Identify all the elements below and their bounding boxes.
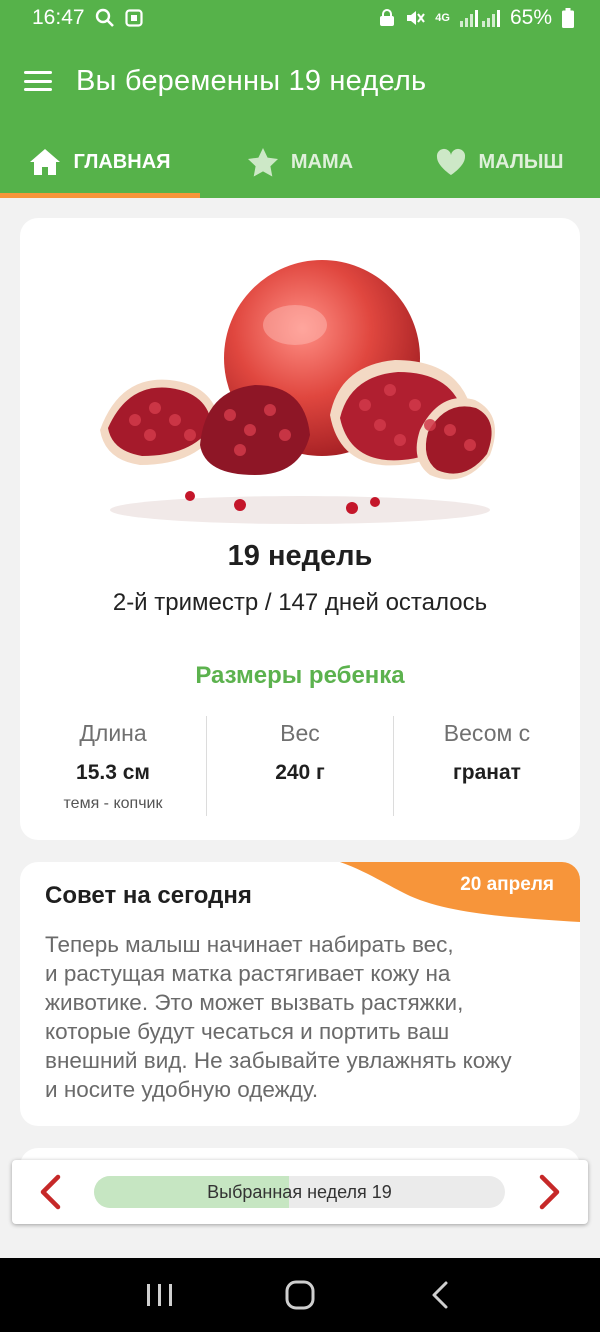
week-selector: Выбранная неделя 19 [12,1160,588,1224]
week-progress-label: Выбранная неделя 19 [207,1181,392,1202]
tip-line: Теперь малыш начинает набирать вес, [45,932,454,957]
stat-size-compare: Весом с гранат [393,716,580,816]
status-time: 16:47 [32,6,85,29]
stat-length-label: Длина [79,720,147,746]
week-progress-bar[interactable]: Выбранная неделя 19 [94,1176,505,1208]
stat-length-value: 15.3 см [76,761,150,784]
tab-home-label: ГЛАВНАЯ [73,150,171,173]
chevron-left-icon [40,1174,61,1210]
tab-mom-label: МАМА [290,150,354,173]
tip-line: которые будут чесаться и портить ваш [45,1019,450,1044]
stat-length: Длина 15.3 см темя - копчик [20,716,206,816]
battery-icon [562,8,574,28]
tip-line: животике. Это может вызвать растяжки, [45,990,464,1015]
home-icon [29,148,61,176]
app-bar: Вы беременны 19 недель [0,36,600,126]
status-bar: 16:47 4G 65% [0,0,600,36]
tip-line: и растущая матка растягивает кожу на [45,961,451,986]
lock-icon [379,9,395,27]
back-chevron-icon [432,1281,448,1309]
pomegranate-image [90,240,510,540]
tip-title: Совет на сегодня [45,882,252,909]
app-title: Вы беременны 19 недель [76,64,427,97]
tip-text: Теперь малыш начинает набирать вес, и ра… [45,930,565,1104]
search-icon [95,8,115,28]
tip-card: 20 апреля Совет на сегодня Теперь малыш … [20,862,580,1126]
tab-bar: ГЛАВНАЯ МАМА МАЛЫШ [0,126,600,198]
baby-stats: Длина 15.3 см темя - копчик Вес 240 г Ве… [20,716,580,816]
chevron-right-icon [539,1174,560,1210]
tip-date: 20 апреля [460,874,554,895]
baby-sizes-title: Размеры ребенка [195,662,405,689]
battery-level: 65% [509,6,552,29]
stat-weight-label: Вес [280,720,320,746]
trimester-subtitle: 2-й триместр / 147 дней осталось [112,589,488,616]
tip-line: и носите удобную одежду. [45,1077,319,1102]
mute-icon [405,9,426,27]
recent-apps-icon [147,1284,172,1306]
stat-length-note: темя - копчик [63,795,163,812]
heart-icon [436,148,466,176]
tab-home[interactable]: ГЛАВНАЯ [0,126,200,198]
recent-apps-button[interactable] [130,1265,190,1325]
tab-mom[interactable]: МАМА [200,126,400,198]
previous-week-button[interactable] [28,1170,72,1214]
home-circle-icon [285,1280,315,1310]
tip-line: внешний вид. Не забывайте увлажнять кожу [45,1048,512,1073]
tab-baby-label: МАЛЫШ [478,150,564,173]
star-icon [247,147,279,177]
back-button[interactable] [410,1265,470,1325]
screenshot-icon [124,9,143,27]
home-button[interactable] [270,1265,330,1325]
network-type: 4G [435,11,450,24]
stat-size-compare-value: гранат [453,761,521,784]
stat-weight: Вес 240 г [206,716,393,816]
stat-size-compare-label: Весом с [443,720,531,746]
hamburger-menu-icon[interactable] [24,71,52,91]
signal-icon [459,9,500,27]
next-week-button[interactable] [528,1170,572,1214]
summary-card: 19 недель 2-й триместр / 147 дней остало… [20,218,580,840]
tab-baby[interactable]: МАЛЫШ [400,126,600,198]
system-nav-bar [0,1258,600,1332]
stat-weight-value: 240 г [275,761,325,784]
week-title: 19 недель [227,540,373,572]
